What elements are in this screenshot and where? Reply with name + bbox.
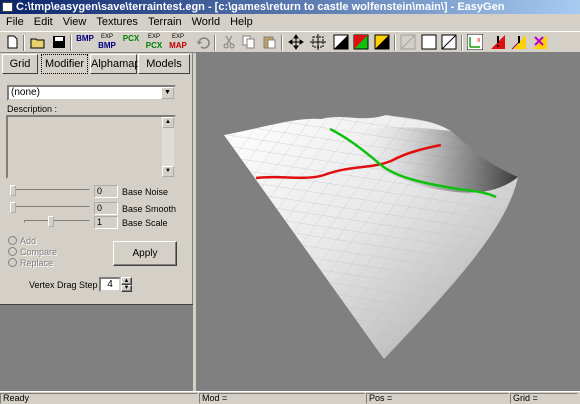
- status-mod: Mod =: [199, 393, 365, 404]
- description-scrollbar[interactable]: ▲ ▼: [162, 117, 174, 177]
- axis-x-y-icon[interactable]: x: [466, 33, 484, 52]
- import-bmp-button[interactable]: BMP: [74, 34, 96, 52]
- radio-replace-label: Replace: [20, 258, 54, 268]
- window-title: C:\tmp\easygen\save\terraintest.egn - [c…: [16, 1, 505, 13]
- alert-yellow-icon[interactable]: [510, 34, 528, 52]
- menu-file[interactable]: File: [1, 14, 29, 30]
- base-scale-value: 1: [94, 216, 118, 229]
- svg-text:x: x: [477, 37, 481, 44]
- radio-add[interactable]: [8, 236, 17, 245]
- description-box[interactable]: ▲ ▼: [6, 115, 176, 179]
- menu-world[interactable]: World: [187, 14, 226, 30]
- texture-red-green-icon[interactable]: [352, 34, 370, 52]
- vertex-drag-down-icon[interactable]: ▼: [121, 285, 132, 292]
- move-arrows-icon[interactable]: [287, 34, 305, 52]
- description-label: Description :: [7, 104, 58, 114]
- export-map-button[interactable]: EXP MAP: [167, 34, 189, 52]
- copy-icon[interactable]: [240, 34, 258, 52]
- menu-textures[interactable]: Textures: [91, 14, 143, 30]
- app-icon: [2, 2, 13, 12]
- status-ready: Ready: [0, 393, 198, 404]
- dropdown-arrow-icon[interactable]: ▼: [161, 87, 174, 99]
- export-bmp-button[interactable]: EXP BMP: [96, 34, 118, 52]
- texture-yellow-black-icon[interactable]: [373, 34, 391, 52]
- cut-icon[interactable]: [220, 34, 238, 52]
- texture-bw-icon[interactable]: [332, 34, 350, 52]
- status-pos: Pos =: [366, 393, 509, 404]
- alert-red-icon[interactable]: [489, 34, 507, 52]
- title-bar: C:\tmp\easygen\save\terraintest.egn - [c…: [0, 0, 580, 14]
- menu-help[interactable]: Help: [225, 14, 258, 30]
- import-pcx-button[interactable]: PCX: [120, 34, 142, 52]
- diagonal-square-icon[interactable]: [440, 34, 458, 52]
- new-file-icon[interactable]: [3, 34, 21, 52]
- terrain-mesh: [224, 115, 518, 359]
- vertex-drag-up-icon[interactable]: ▲: [121, 277, 132, 285]
- base-noise-thumb[interactable]: [10, 185, 16, 196]
- base-smooth-label: Base Smooth: [122, 204, 177, 214]
- delete-purple-icon[interactable]: [531, 34, 549, 52]
- tab-modifier[interactable]: Modifier: [41, 54, 88, 74]
- menu-bar: File Edit View Textures Terrain World He…: [0, 14, 580, 30]
- modifier-select[interactable]: (none) ▼: [7, 85, 176, 101]
- base-scale-label: Base Scale: [122, 218, 168, 228]
- scroll-up-icon[interactable]: ▲: [162, 117, 174, 128]
- toolbar: BMP EXP BMP PCX EXP PCX EXP MAP x: [0, 31, 580, 53]
- save-disk-icon[interactable]: [50, 34, 68, 52]
- paste-icon[interactable]: [260, 34, 278, 52]
- menu-terrain[interactable]: Terrain: [143, 14, 187, 30]
- tab-models[interactable]: Models: [138, 54, 190, 74]
- base-smooth-thumb[interactable]: [10, 202, 16, 213]
- vertex-drag-label: Vertex Drag Step: [29, 280, 98, 290]
- modifier-select-value: (none): [11, 87, 40, 98]
- base-noise-slider[interactable]: [10, 189, 90, 192]
- menu-edit[interactable]: Edit: [29, 14, 58, 30]
- radio-add-label: Add: [20, 236, 37, 246]
- undo-icon[interactable]: [194, 34, 212, 52]
- tab-grid[interactable]: Grid: [2, 54, 38, 74]
- radio-compare[interactable]: [8, 247, 17, 256]
- base-scale-thumb[interactable]: [48, 216, 54, 227]
- base-smooth-value: 0: [94, 202, 118, 215]
- apply-button[interactable]: Apply: [113, 241, 177, 266]
- open-folder-icon[interactable]: [29, 34, 47, 52]
- status-bar: Ready Mod = Pos = Grid =: [0, 391, 580, 404]
- export-pcx-button[interactable]: EXP PCX: [143, 34, 165, 52]
- base-noise-value: 0: [94, 185, 118, 198]
- grid-select-icon[interactable]: [309, 34, 327, 52]
- base-smooth-slider[interactable]: [10, 206, 90, 209]
- tab-alphamap[interactable]: Alphamap: [90, 54, 141, 74]
- radio-compare-label: Compare: [20, 247, 58, 257]
- radio-replace[interactable]: [8, 258, 17, 267]
- empty-square-icon[interactable]: [420, 34, 438, 52]
- vertex-drag-input[interactable]: 4: [99, 277, 121, 292]
- terrain-3d-viewport[interactable]: [196, 53, 580, 391]
- base-noise-label: Base Noise: [122, 187, 169, 197]
- menu-view[interactable]: View: [58, 14, 92, 30]
- disabled-diagonal-icon[interactable]: [399, 34, 417, 52]
- base-scale-slider[interactable]: [24, 220, 90, 223]
- status-grid: Grid =: [510, 393, 578, 404]
- left-empty-area: [0, 304, 193, 391]
- scroll-down-icon[interactable]: ▼: [162, 166, 174, 177]
